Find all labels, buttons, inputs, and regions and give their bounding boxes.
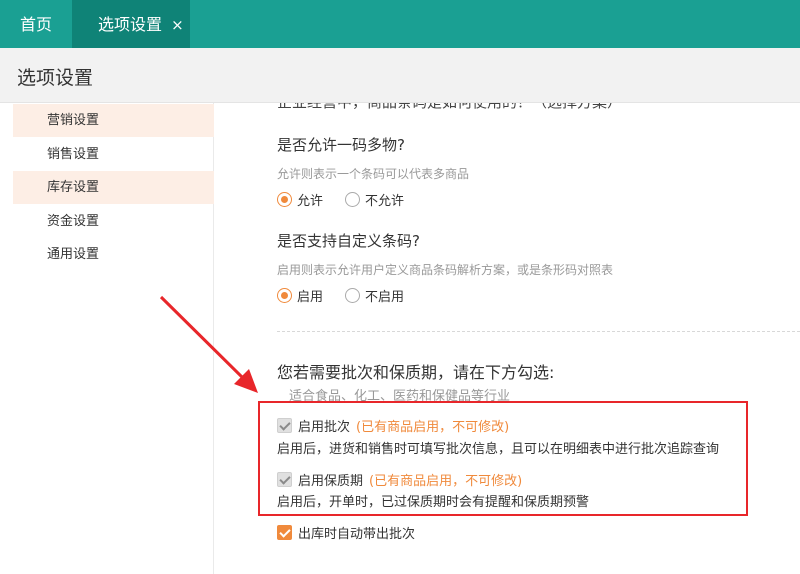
sidebar: 营销设置 销售设置 库存设置 资金设置 通用设置 [13, 103, 214, 574]
auto-batch-checkbox-row: 出库时自动带出批次 [277, 523, 415, 542]
disable-radio[interactable] [345, 288, 361, 303]
page-header: 选项设置 [0, 48, 800, 103]
tab-options-settings[interactable]: 选项设置 × [72, 0, 190, 48]
enable-radio-label[interactable]: 启用 [297, 286, 323, 305]
multi-code-radio-group: 允许 不允许 [277, 190, 426, 209]
allow-radio-label[interactable]: 允许 [297, 190, 323, 209]
sidebar-item-general[interactable]: 通用设置 [13, 238, 214, 271]
page-title: 选项设置 [17, 67, 94, 89]
auto-batch-checkbox-label[interactable]: 出库时自动带出批次 [298, 523, 415, 542]
tab-options-settings-label: 选项设置 [98, 15, 163, 34]
disallow-radio-label[interactable]: 不允许 [365, 190, 404, 209]
multi-code-question: 是否允许一码多物? [277, 136, 405, 154]
tab-bar: 首页 选项设置 × [0, 0, 800, 48]
multi-code-hint: 允许则表示一个条码可以代表多商品 [277, 167, 470, 181]
disallow-radio[interactable] [345, 192, 361, 207]
disable-radio-label[interactable]: 不启用 [365, 286, 404, 305]
sidebar-item-sales[interactable]: 销售设置 [13, 138, 214, 171]
sidebar-item-funds[interactable]: 资金设置 [13, 205, 214, 238]
annotation-highlight-box [258, 401, 748, 516]
tab-home[interactable]: 首页 [0, 0, 72, 48]
cut-off-question: 企业经营中，商品条码是如何使用的？（选择方案） [277, 103, 622, 112]
section-divider [277, 331, 800, 332]
custom-code-radio-group: 启用 不启用 [277, 286, 426, 305]
sidebar-item-marketing[interactable]: 营销设置 [13, 104, 214, 137]
allow-radio[interactable] [277, 192, 292, 207]
close-icon[interactable]: × [171, 16, 184, 34]
auto-batch-checkbox[interactable] [277, 525, 292, 540]
custom-code-question: 是否支持自定义条码? [277, 232, 420, 250]
enable-radio[interactable] [277, 288, 292, 303]
sidebar-item-inventory[interactable]: 库存设置 [13, 171, 214, 204]
custom-code-hint: 启用则表示允许用户定义商品条码解析方案，或是条形码对照表 [277, 263, 614, 277]
batch-section-title: 您若需要批次和保质期，请在下方勾选: [277, 363, 555, 382]
